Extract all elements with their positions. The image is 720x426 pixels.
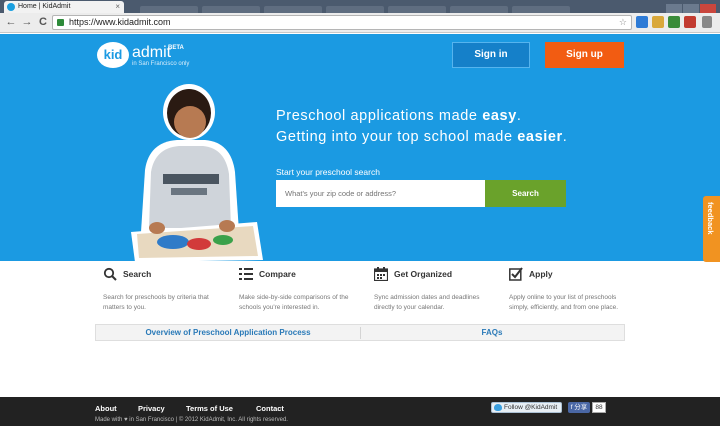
browser-toolbar: ← → C https://www.kidadmit.com ☆ [0,13,720,33]
extension-icon[interactable] [652,16,664,28]
extension-icon[interactable] [684,16,696,28]
footer-link-about[interactable]: About [95,404,117,413]
feature-title: Compare [259,269,296,279]
child-photo [131,84,263,262]
feature-desc: Sync admission dates and deadlines direc… [374,294,480,311]
share-count: 88 [592,402,606,413]
site-footer: About Privacy Terms of Use Contact Made … [0,397,720,426]
feature-title: Apply [529,269,553,279]
menu-icon[interactable] [702,16,712,28]
beta-badge: BETA [168,45,184,51]
twitter-bird-icon [494,404,502,411]
footer-link-contact[interactable]: Contact [256,404,284,413]
headline-line-1: Preschool applications made easy. [276,108,522,124]
window-controls [665,1,716,14]
address-bar[interactable]: https://www.kidadmit.com ☆ [52,15,632,30]
sign-up-button[interactable]: Sign up [545,42,624,68]
hero-headline: Preschool applications made easy. Gettin… [276,106,567,148]
feedback-label: feedback [706,202,715,235]
feedback-tab[interactable]: feedback [703,196,720,262]
zip-search-input[interactable] [276,180,485,207]
features-row: Search Search for preschools by criteria… [95,262,625,326]
tab-close-icon[interactable]: × [115,1,120,13]
twitter-follow-button[interactable]: Follow @KidAdmit [491,402,562,413]
footer-link-terms[interactable]: Terms of Use [186,404,233,413]
list-icon [239,268,253,280]
copyright-text: Made with ♥ in San Francisco | © 2012 Ki… [95,417,288,423]
logo-wordmark: admit [132,44,172,61]
url-text: https://www.kidadmit.com [69,17,171,27]
info-links-bar: Overview of Preschool Application Proces… [95,324,625,341]
browser-tab-bar: Home | KidAdmit × [0,0,720,15]
checkbox-icon [509,267,523,281]
extension-icon[interactable] [668,16,680,28]
search-icon [103,267,117,281]
footer-link-privacy[interactable]: Privacy [138,404,165,413]
forward-button[interactable]: → [20,15,34,29]
browser-tab[interactable]: Home | KidAdmit × [4,1,124,13]
logo-bubble: kid [97,42,129,68]
search-label: Start your preschool search [276,167,380,177]
secure-lock-icon [57,19,64,26]
other-tabs [140,2,660,15]
feature-desc: Make side-by-side comparisons of the sch… [239,294,349,311]
twitter-follow-label: Follow @KidAdmit [504,404,558,411]
translate-extension-icon[interactable] [636,16,648,28]
headline-line-2: Getting into your top school made easier… [276,129,568,145]
hero-section: kid admit BETA in San Francisco only Sig… [0,34,720,262]
kidadmit-favicon-icon [7,3,15,11]
back-button[interactable]: ← [4,15,18,29]
facebook-share-button[interactable]: f 分享 [568,402,590,413]
logo-subtitle: in San Francisco only [132,61,190,67]
feature-title: Search [123,269,152,279]
bookmark-star-icon[interactable]: ☆ [619,16,627,29]
tab-title: Home | KidAdmit [18,3,71,10]
faqs-link[interactable]: FAQs [360,325,624,341]
reload-button[interactable]: C [36,15,50,29]
feature-desc: Apply online to your list of preschools … [509,294,619,311]
sign-in-button[interactable]: Sign in [452,42,530,68]
calendar-icon [374,267,388,281]
search-button[interactable]: Search [485,180,566,207]
feature-desc: Search for preschools by criteria that m… [103,294,209,311]
overview-link[interactable]: Overview of Preschool Application Proces… [96,325,360,341]
feature-title: Get Organized [394,269,453,279]
